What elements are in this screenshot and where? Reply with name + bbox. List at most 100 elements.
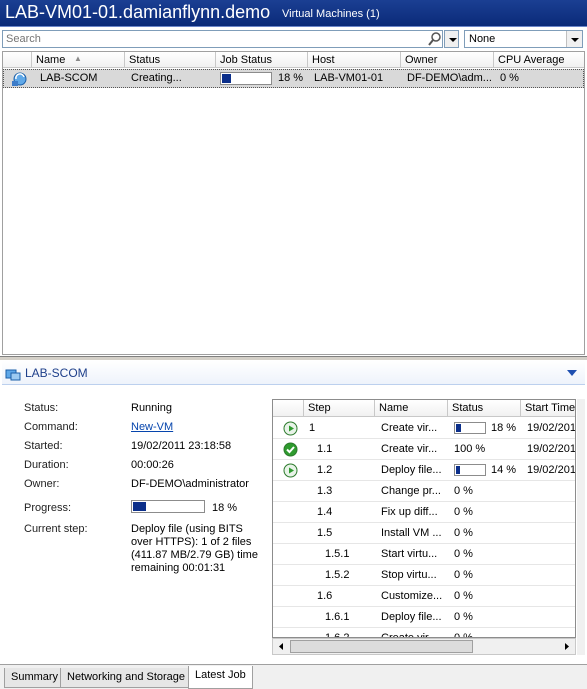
duration-value: 00:00:26 <box>131 459 174 471</box>
details-title: LAB-SCOM <box>25 366 88 380</box>
tab-latest-job[interactable]: Latest Job <box>188 666 253 689</box>
vm-job-status-cell: 18 % <box>278 72 304 84</box>
step-name: Install VM ... <box>381 527 442 539</box>
job-progress-fill <box>133 502 146 511</box>
step-status: 0 % <box>454 548 473 560</box>
step-name: Create vir... <box>381 443 438 455</box>
current-step-value: Deploy file (using BITS over HTTPS): 1 o… <box>131 523 258 574</box>
steps-column-header-step[interactable]: Step <box>304 400 375 417</box>
step-status: 0 % <box>454 527 473 539</box>
chevron-down-icon <box>449 38 457 42</box>
column-header-status[interactable]: Status <box>125 52 216 68</box>
scroll-right-button[interactable] <box>559 639 575 654</box>
vm-creating-icon <box>12 72 27 86</box>
step-progress-fill <box>456 424 461 432</box>
progress-value: 18 % <box>212 502 238 514</box>
steps-table-row[interactable]: 1.2 Deploy file... 14 % 19/02/201 <box>273 460 576 481</box>
step-number: 1.6.1 <box>325 611 350 623</box>
step-number: 1.4 <box>317 506 333 518</box>
filter-dropdown-button[interactable] <box>566 31 582 47</box>
step-start-time: 19/02/201 <box>527 422 576 434</box>
command-label: Command: <box>24 421 78 433</box>
step-progress-bar <box>454 464 486 476</box>
vm-job-progress-bar <box>220 72 272 85</box>
steps-table-row[interactable]: 1.6 Customize... 0 % <box>273 586 575 607</box>
tab-networking-and-storage[interactable]: Networking and Storage <box>60 668 193 688</box>
play-icon <box>283 421 298 436</box>
step-number: 1.5.1 <box>325 548 350 560</box>
bottom-tab-strip: Summary Networking and Storage Latest Jo… <box>0 664 587 689</box>
steps-table-row[interactable]: 1.1 Create vir... 100 % 19/02/201 <box>273 439 575 460</box>
window-subtitle: Virtual Machines (1) <box>282 8 380 20</box>
step-status: 0 % <box>454 590 473 602</box>
status-value: Running <box>131 402 172 414</box>
column-header-owner[interactable]: Owner <box>401 52 494 68</box>
steps-column-header-start-time[interactable]: Start Time <box>521 400 575 417</box>
step-name: Customize... <box>381 590 443 602</box>
step-number: 1.1 <box>317 443 333 455</box>
window-title: LAB-VM01-01.damianflynn.demo <box>5 2 271 22</box>
steps-table-row[interactable]: 1 Create vir... 18 % 19/02/201 <box>273 418 576 439</box>
play-icon <box>283 463 298 478</box>
step-number: 1.2 <box>317 464 333 476</box>
vm-owner-cell: DF-DEMO\adm... <box>407 72 492 84</box>
step-status: 0 % <box>454 485 473 497</box>
search-icon[interactable] <box>427 31 442 47</box>
chevron-right-icon <box>565 643 569 650</box>
vm-job-progress-fill <box>222 74 231 83</box>
started-value: 19/02/2011 23:18:58 <box>131 440 232 452</box>
step-number: 1.5 <box>317 527 333 539</box>
steps-column-header-status[interactable]: Status <box>448 400 521 417</box>
step-name: Deploy file... <box>381 611 442 623</box>
column-header-cpu-average[interactable]: CPU Average <box>494 52 584 68</box>
step-name: Change pr... <box>381 485 441 497</box>
step-progress-fill <box>456 466 460 474</box>
job-progress-bar <box>131 500 205 513</box>
step-status: 0 % <box>454 569 473 581</box>
collapse-icon[interactable] <box>567 370 577 376</box>
check-icon <box>283 442 298 457</box>
steps-table-row[interactable]: 1.5.2 Stop virtu... 0 % <box>273 565 575 586</box>
steps-grid: Step Name Status Start Time 1 Create vir.… <box>272 399 576 638</box>
column-header-job-status[interactable]: Job Status <box>216 52 308 68</box>
vm-icon <box>5 369 21 381</box>
duration-label: Duration: <box>24 459 69 471</box>
vm-grid: Name ▲ Status Job Status Host Owner CPU … <box>2 51 585 355</box>
step-number: 1.5.2 <box>325 569 350 581</box>
steps-table-row[interactable]: 1.5 Install VM ... 0 % <box>273 523 575 544</box>
vm-host-cell: LAB-VM01-01 <box>314 72 384 84</box>
scrollbar-thumb[interactable] <box>290 640 473 653</box>
step-start-time: 19/02/201 <box>527 464 576 476</box>
chevron-left-icon <box>279 643 283 650</box>
chevron-down-icon <box>571 38 579 42</box>
step-name: Create vir... <box>381 422 438 434</box>
command-link[interactable]: New-VM <box>131 421 173 433</box>
step-name: Stop virtu... <box>381 569 437 581</box>
started-label: Started: <box>24 440 63 452</box>
steps-column-header-name[interactable]: Name <box>375 400 448 417</box>
current-step-label: Current step: <box>24 523 88 535</box>
step-status: 100 % <box>454 443 486 455</box>
step-number: 1.6 <box>317 590 333 602</box>
column-header-icon[interactable] <box>3 52 32 68</box>
steps-table-row[interactable]: 1.3 Change pr... 0 % <box>273 481 575 502</box>
search-options-dropdown[interactable] <box>444 30 459 48</box>
tab-summary[interactable]: Summary <box>4 668 66 688</box>
steps-table-row[interactable]: 1.4 Fix up diff... 0 % <box>273 502 575 523</box>
step-status: 0 % <box>454 611 473 623</box>
filter-select-value: None <box>469 33 496 45</box>
search-input[interactable] <box>2 30 443 48</box>
vertical-scrollbar[interactable] <box>577 399 585 655</box>
step-name: Deploy file... <box>381 464 442 476</box>
steps-table-row[interactable]: 1.6.1 Deploy file... 0 % <box>273 607 575 628</box>
column-header-name[interactable]: Name ▲ <box>32 52 125 68</box>
progress-label: Progress: <box>24 502 72 514</box>
steps-column-header-icon[interactable] <box>273 400 304 417</box>
pane-splitter[interactable] <box>0 356 587 360</box>
column-header-host[interactable]: Host <box>308 52 401 68</box>
horizontal-scrollbar[interactable] <box>272 638 576 655</box>
steps-table-row[interactable]: 1.5.1 Start virtu... 0 % <box>273 544 575 565</box>
scroll-left-button[interactable] <box>273 639 289 654</box>
steps-table-row[interactable]: 1.6.2 Create vir... 0 % <box>273 628 575 637</box>
step-status: 14 % <box>491 464 517 476</box>
